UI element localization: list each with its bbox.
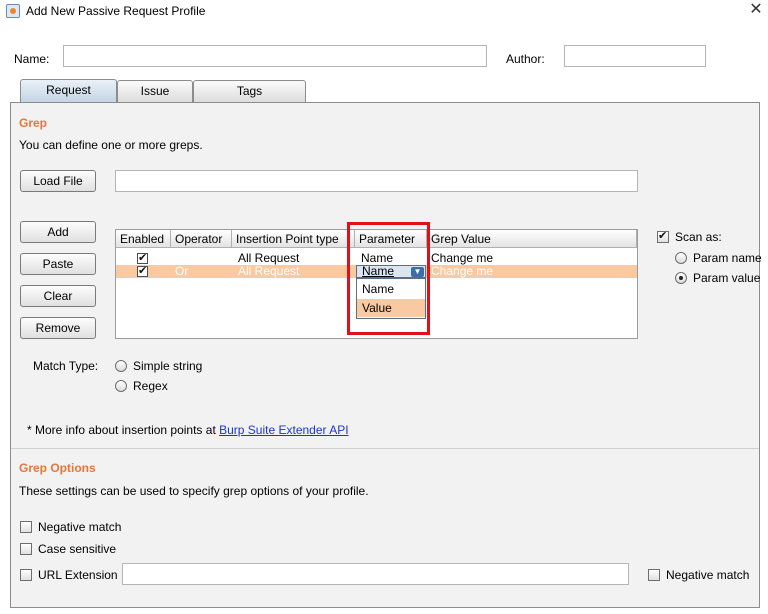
regex-radio[interactable] bbox=[115, 380, 127, 392]
column-header-insertion-point[interactable]: Insertion Point type bbox=[232, 230, 355, 248]
burp-extender-api-link[interactable]: Burp Suite Extender API bbox=[219, 423, 348, 437]
remove-button[interactable]: Remove bbox=[20, 317, 96, 339]
author-input[interactable] bbox=[564, 45, 706, 67]
info-text-prefix: * More info about insertion points at bbox=[27, 423, 220, 437]
row-grep-value: Change me bbox=[431, 264, 494, 278]
grep-section-title: Grep bbox=[19, 116, 48, 130]
negative-match-checkbox[interactable] bbox=[20, 521, 32, 533]
simple-string-radio[interactable] bbox=[115, 360, 127, 372]
column-header-operator[interactable]: Operator bbox=[171, 230, 232, 248]
param-name-label: Param name bbox=[693, 251, 762, 265]
grep-options-description: These settings can be used to specify gr… bbox=[19, 484, 369, 498]
url-extension-checkbox[interactable] bbox=[20, 569, 32, 581]
load-file-button[interactable]: Load File bbox=[20, 170, 96, 192]
simple-string-label: Simple string bbox=[133, 359, 203, 373]
info-text: * More info about insertion points at Bu… bbox=[27, 423, 349, 437]
scan-as-label: Scan as: bbox=[675, 230, 722, 244]
column-header-enabled[interactable]: Enabled bbox=[116, 230, 171, 248]
name-label: Name: bbox=[14, 52, 50, 66]
case-sensitive-label: Case sensitive bbox=[38, 542, 117, 556]
url-negative-match-label: Negative match bbox=[666, 568, 750, 582]
row-insertion-point: All Request bbox=[238, 264, 300, 278]
java-app-icon bbox=[6, 4, 20, 18]
tab-request[interactable]: Request bbox=[20, 79, 117, 102]
name-input[interactable] bbox=[63, 45, 487, 67]
window-title: Add New Passive Request Profile bbox=[26, 4, 206, 18]
close-icon[interactable]: ✕ bbox=[744, 0, 768, 20]
scan-as-checkbox[interactable] bbox=[657, 229, 669, 243]
url-extension-label: URL Extension bbox=[38, 568, 118, 582]
grep-description: You can define one or more greps. bbox=[19, 138, 203, 152]
tab-issue[interactable]: Issue bbox=[117, 80, 193, 102]
row-enabled-checkbox[interactable] bbox=[137, 251, 148, 264]
author-label: Author: bbox=[506, 52, 545, 66]
highlight-box bbox=[347, 222, 430, 335]
tab-tags[interactable]: Tags bbox=[193, 80, 306, 102]
param-name-radio[interactable] bbox=[675, 252, 687, 264]
param-value-radio[interactable] bbox=[675, 272, 687, 284]
load-file-path-input[interactable] bbox=[115, 170, 638, 192]
grep-options-title: Grep Options bbox=[19, 461, 96, 475]
column-header-grep-value[interactable]: Grep Value bbox=[427, 230, 637, 248]
url-extension-input[interactable] bbox=[122, 563, 629, 585]
paste-button[interactable]: Paste bbox=[20, 253, 96, 275]
negative-match-label: Negative match bbox=[38, 520, 122, 534]
add-button[interactable]: Add bbox=[20, 221, 96, 243]
clear-button[interactable]: Clear bbox=[20, 285, 96, 307]
case-sensitive-checkbox[interactable] bbox=[20, 543, 32, 555]
url-negative-match-checkbox[interactable] bbox=[648, 569, 660, 581]
row-enabled-checkbox[interactable] bbox=[137, 264, 148, 277]
param-value-label: Param value bbox=[693, 271, 761, 285]
regex-label: Regex bbox=[133, 379, 168, 393]
row-operator: Or bbox=[175, 264, 189, 278]
match-type-label: Match Type: bbox=[33, 359, 99, 373]
